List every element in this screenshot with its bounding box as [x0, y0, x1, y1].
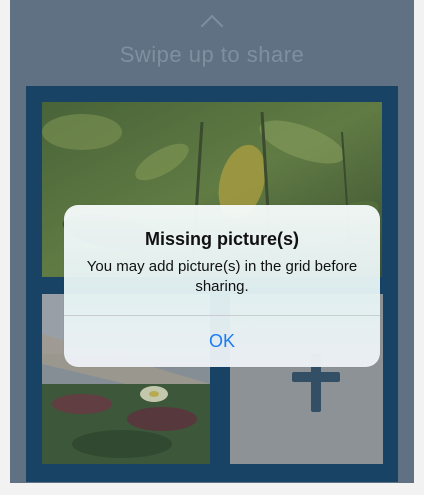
ok-button[interactable]: OK [64, 316, 380, 367]
right-edge [414, 0, 424, 495]
alert-message: You may add picture(s) in the grid befor… [86, 258, 358, 295]
alert-title: Missing picture(s) [144, 229, 300, 249]
left-edge [0, 0, 10, 495]
bottom-edge [0, 483, 424, 495]
missing-picture-alert: Missing picture(s) You may add picture(s… [64, 205, 380, 367]
